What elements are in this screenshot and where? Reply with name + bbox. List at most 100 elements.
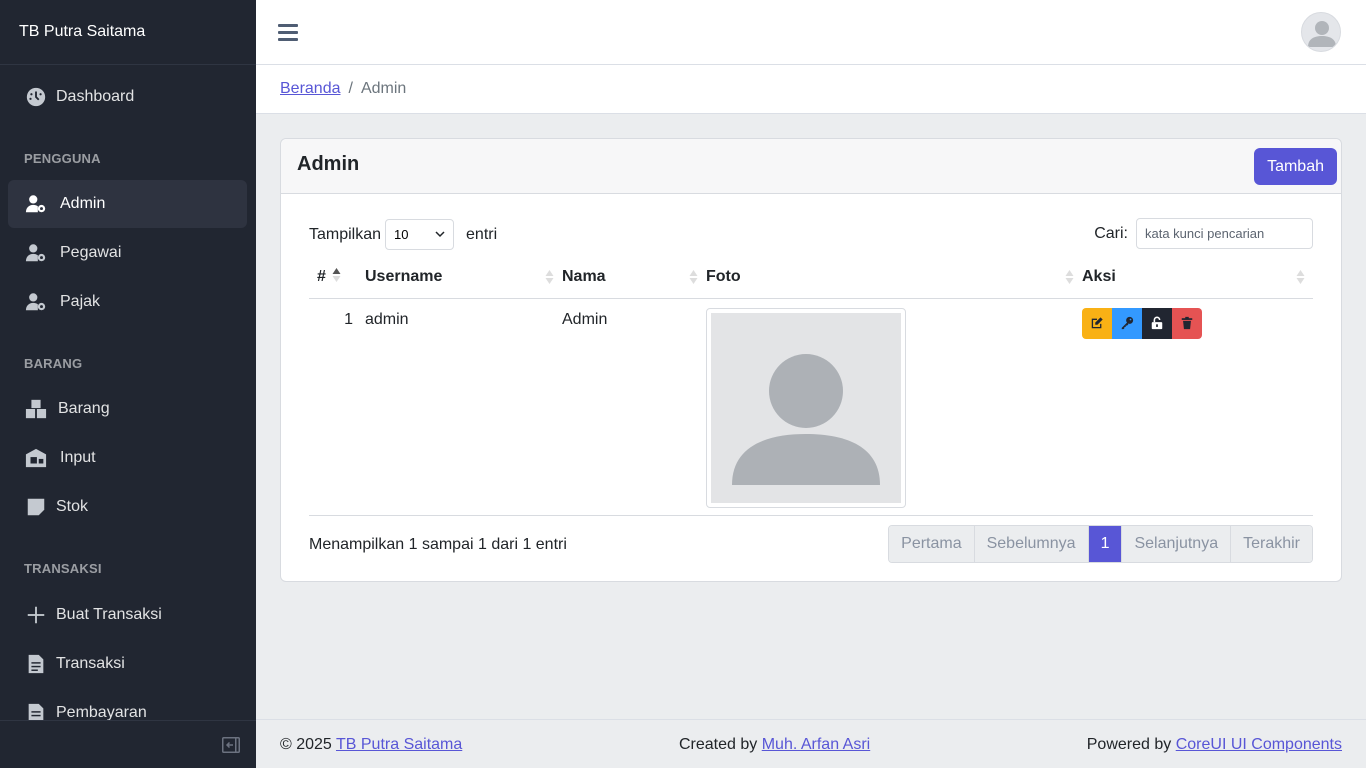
warehouse-icon <box>24 446 48 470</box>
entries-label: entri <box>466 225 498 243</box>
sidebar-item-admin[interactable]: Admin <box>8 180 247 228</box>
cell-no: 1 <box>309 298 365 516</box>
sidebar-item-label: Pajak <box>60 293 101 310</box>
sort-icon <box>1065 270 1074 284</box>
author-link[interactable]: Muh. Arfan Asri <box>762 736 871 753</box>
table-info: Menampilkan 1 sampai 1 dari 1 entri <box>309 536 567 553</box>
page-length-control: Tampilkan 10 entri <box>309 219 497 250</box>
column-header-username[interactable]: Username <box>365 257 562 299</box>
table-row: 1 admin Admin <box>309 298 1313 516</box>
sidebar-brand[interactable]: TB Putra Saitama <box>0 0 256 65</box>
nav-section-title: TRANSAKSI <box>24 561 102 576</box>
note-icon <box>24 495 48 519</box>
footer: © 2025 TB Putra Saitama Created by Muh. … <box>256 719 1366 768</box>
page-length-select-wrap: 10 <box>381 219 466 250</box>
unlock-button[interactable] <box>1142 307 1172 339</box>
created-text: Created by <box>679 736 758 753</box>
unlock-icon <box>1151 316 1163 330</box>
cell-username: admin <box>365 298 562 516</box>
plus-icon <box>24 603 48 627</box>
sort-icon <box>545 270 554 284</box>
admin-card: Admin Tambah Tampilkan 10 entri Cari: # … <box>280 138 1342 582</box>
pagination-last[interactable]: Terakhir <box>1231 526 1312 562</box>
user-cog-icon <box>24 241 48 265</box>
table-header-row: # Username Nama Foto Aksi <box>309 257 1313 299</box>
sidebar-item-label: Transaksi <box>56 655 125 672</box>
column-header-foto[interactable]: Foto <box>706 257 1082 299</box>
file-icon <box>24 652 48 676</box>
breadcrumb-separator: / <box>348 80 353 97</box>
show-label: Tampilkan <box>309 225 382 243</box>
user-cog-icon <box>24 290 48 314</box>
avatar[interactable] <box>1301 12 1341 52</box>
add-button[interactable]: Tambah <box>1254 148 1337 185</box>
sidebar-item-label: Barang <box>58 400 110 417</box>
header <box>256 0 1366 65</box>
column-header-aksi[interactable]: Aksi <box>1082 257 1313 299</box>
trash-icon <box>1181 316 1193 330</box>
pagination-page-current[interactable]: 1 <box>1088 526 1123 562</box>
breadcrumb-current: Admin <box>360 80 407 97</box>
sidebar-item-input[interactable]: Input <box>8 434 247 482</box>
sidebar-toggler-icon[interactable] <box>222 737 240 753</box>
user-photo <box>706 307 906 508</box>
sidebar-item-buat-transaksi[interactable]: Buat Transaksi <box>8 591 247 639</box>
card-header: Admin Tambah <box>281 139 1341 194</box>
hamburger-menu-icon[interactable] <box>278 24 298 42</box>
page-length-select[interactable]: 10 <box>385 219 455 250</box>
search-control: Cari: <box>1094 218 1313 249</box>
action-group <box>1082 307 1313 339</box>
sidebar-item-label: Stok <box>56 498 89 515</box>
sidebar-item-barang[interactable]: Barang <box>8 385 247 433</box>
reset-password-button[interactable] <box>1112 307 1142 339</box>
sidebar-nav: Dashboard PENGGUNA Admin Pegawai Pajak B… <box>0 65 256 720</box>
column-header-no[interactable]: # <box>309 257 365 299</box>
sort-asc-icon <box>332 268 341 282</box>
breadcrumb: Beranda / Admin <box>280 80 406 98</box>
footer-credits: Created by Muh. Arfan Asri <box>679 736 870 754</box>
column-header-nama[interactable]: Nama <box>562 257 706 299</box>
copyright-text: © 2025 <box>280 736 332 753</box>
delete-button[interactable] <box>1172 307 1202 339</box>
sidebar-item-pegawai[interactable]: Pegawai <box>8 229 247 277</box>
sidebar-item-label: Input <box>60 449 96 466</box>
edit-button[interactable] <box>1082 307 1112 339</box>
breadcrumb-home-link[interactable]: Beranda <box>280 80 341 97</box>
coreui-link[interactable]: CoreUI UI Components <box>1176 736 1342 753</box>
cell-aksi <box>1082 298 1313 516</box>
sidebar-item-pajak[interactable]: Pajak <box>8 278 247 326</box>
nav-section-title: PENGGUNA <box>24 151 101 166</box>
speedometer-icon <box>24 85 48 109</box>
pagination: Pertama Sebelumnya 1 Selanjutnya Terakhi… <box>888 525 1313 563</box>
boxes-icon <box>24 397 48 421</box>
sort-icon <box>689 270 698 284</box>
pagination-next[interactable]: Selanjutnya <box>1122 526 1232 562</box>
powered-text: Powered by <box>1086 736 1172 753</box>
sidebar-item-label: Dashboard <box>56 88 135 105</box>
cell-nama: Admin <box>562 298 706 516</box>
brand-name: TB Putra Saitama <box>19 23 146 40</box>
sidebar-item-pembayaran[interactable]: Pembayaran <box>8 689 247 720</box>
admin-table: # Username Nama Foto Aksi 1 admin Admin <box>309 257 1313 516</box>
search-input[interactable] <box>1136 218 1313 249</box>
sidebar-item-label: Pembayaran <box>56 704 147 720</box>
user-placeholder-icon <box>732 353 880 485</box>
search-label: Cari: <box>1094 224 1128 242</box>
page-title: Admin <box>297 153 360 175</box>
sidebar-item-label: Admin <box>60 195 106 212</box>
sidebar-item-dashboard[interactable]: Dashboard <box>8 73 247 121</box>
sidebar: TB Putra Saitama Dashboard PENGGUNA Admi… <box>0 0 256 768</box>
copyright-link[interactable]: TB Putra Saitama <box>336 736 462 753</box>
nav-section-title: BARANG <box>24 356 83 371</box>
pagination-first[interactable]: Pertama <box>889 526 975 562</box>
file-icon <box>24 701 48 720</box>
sort-icon <box>1296 270 1305 284</box>
key-icon <box>1121 316 1134 330</box>
sidebar-footer <box>0 720 256 768</box>
sidebar-item-label: Buat Transaksi <box>56 606 162 623</box>
sidebar-item-transaksi[interactable]: Transaksi <box>8 640 247 688</box>
pagination-prev[interactable]: Sebelumnya <box>974 526 1089 562</box>
sidebar-item-label: Pegawai <box>60 244 122 261</box>
sidebar-item-stok[interactable]: Stok <box>8 483 247 531</box>
subheader: Beranda / Admin <box>256 65 1366 114</box>
